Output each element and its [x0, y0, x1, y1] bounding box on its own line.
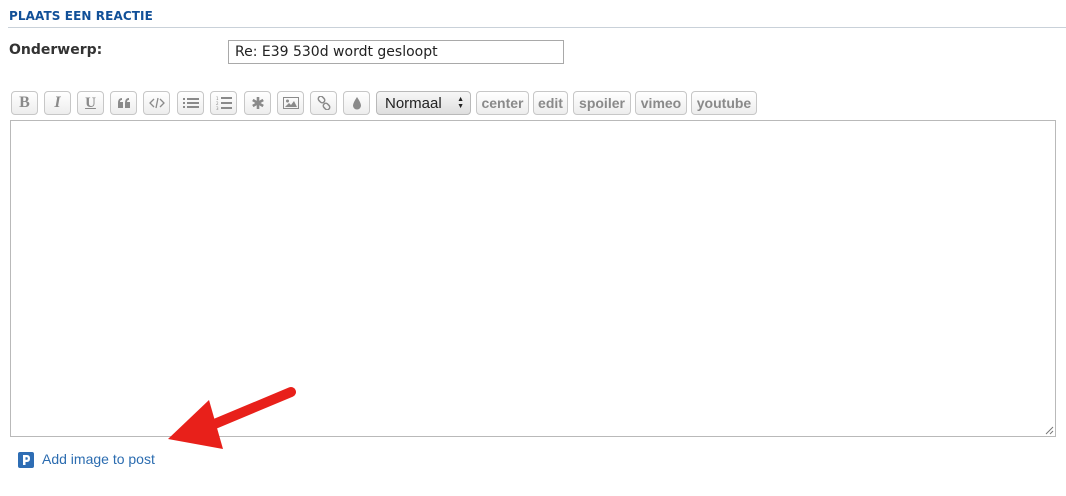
quote-button[interactable]: [110, 91, 137, 115]
spoiler-label: spoiler: [579, 95, 625, 111]
center-button[interactable]: center: [476, 91, 529, 115]
color-button[interactable]: [343, 91, 370, 115]
message-textarea[interactable]: [10, 120, 1056, 437]
bold-button[interactable]: B: [11, 91, 38, 115]
svg-text:3: 3: [216, 106, 219, 110]
underline-button[interactable]: U: [77, 91, 104, 115]
font-size-select[interactable]: Normaal ▲ ▼: [376, 91, 471, 115]
underline-icon: U: [85, 94, 96, 111]
add-image-link[interactable]: Add image to post: [42, 451, 155, 467]
youtube-button[interactable]: youtube: [691, 91, 757, 115]
code-icon: [148, 97, 165, 109]
asterisk-button[interactable]: [244, 91, 271, 115]
section-title: PLAATS EEN REACTIE: [9, 9, 153, 23]
edit-label: edit: [538, 95, 563, 111]
vimeo-button[interactable]: vimeo: [635, 91, 687, 115]
font-size-value: Normaal: [385, 94, 442, 112]
italic-icon: I: [54, 94, 61, 111]
vimeo-label: vimeo: [640, 95, 682, 111]
italic-button[interactable]: I: [44, 91, 71, 115]
link-icon: [317, 96, 330, 110]
section-divider: [8, 27, 1066, 28]
numbered-list-icon: 1 2 3: [216, 96, 232, 110]
code-button[interactable]: [143, 91, 170, 115]
resize-handle-icon[interactable]: [1045, 426, 1054, 435]
quote-icon: [117, 98, 130, 108]
edit-button[interactable]: edit: [533, 91, 568, 115]
bold-icon: B: [19, 94, 30, 111]
image-button[interactable]: [277, 91, 304, 115]
subject-label: Onderwerp:: [9, 42, 103, 58]
postimage-icon[interactable]: [18, 452, 34, 468]
center-label: center: [481, 95, 524, 111]
link-button[interactable]: [310, 91, 337, 115]
image-icon: [282, 97, 299, 109]
list-icon: [182, 98, 199, 108]
list-button[interactable]: [177, 91, 204, 115]
color-drop-icon: [352, 96, 361, 109]
asterisk-icon: [251, 97, 264, 109]
youtube-label: youtube: [696, 95, 752, 111]
spoiler-button[interactable]: spoiler: [573, 91, 631, 115]
subject-input[interactable]: [228, 40, 564, 64]
numbered-list-button[interactable]: 1 2 3: [210, 91, 237, 115]
select-arrows-icon: ▲ ▼: [457, 96, 464, 110]
